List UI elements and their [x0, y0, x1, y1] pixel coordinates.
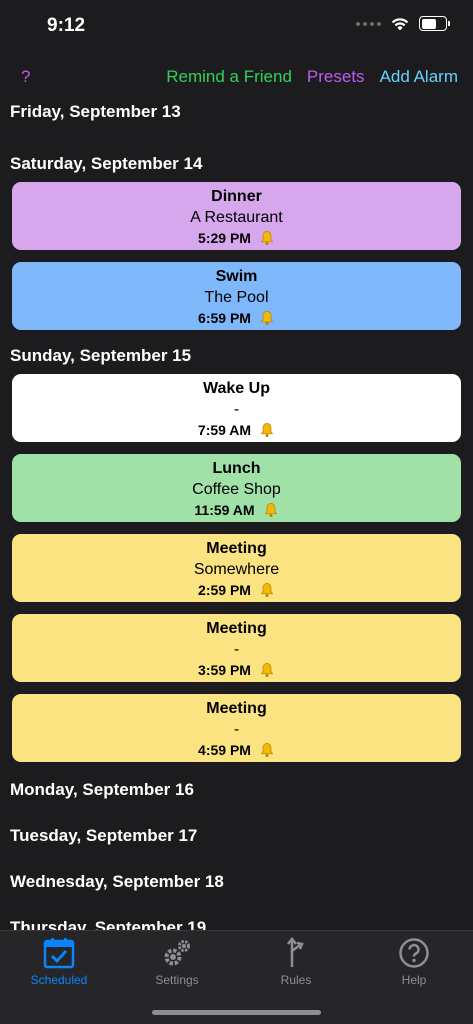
alarm-time: 4:59 PM: [198, 741, 251, 758]
day-header: Monday, September 16: [10, 780, 194, 799]
alarm-location: -: [233, 640, 240, 658]
tab-help[interactable]: Help: [364, 937, 464, 987]
alarm-location: A Restaurant: [190, 208, 283, 226]
alarm-time-row: 11:59 AM: [194, 501, 278, 519]
bell-icon: [260, 230, 274, 245]
status-time: 9:12: [47, 15, 86, 36]
alarm-card[interactable]: Dinner A Restaurant 5:29 PM: [12, 182, 461, 250]
status-bar: 9:12: [0, 0, 473, 52]
alarm-time: 5:29 PM: [198, 229, 251, 246]
alarm-time-row: 5:29 PM: [198, 229, 275, 247]
remind-friend-button[interactable]: Remind a Friend: [166, 67, 292, 87]
alarm-time-row: 6:59 PM: [198, 309, 275, 327]
alarm-location: -: [233, 720, 240, 738]
alarm-time: 3:59 PM: [198, 661, 251, 678]
alarm-location: Somewhere: [193, 560, 280, 578]
question-circle-icon: [399, 938, 429, 968]
day-header: Friday, September 13: [10, 102, 181, 121]
nav-bar: ? Remind a Friend Presets Add Alarm: [0, 60, 473, 92]
tab-bar: Scheduled Settings Rules Help: [0, 930, 473, 1024]
alarm-card[interactable]: Wake Up - 7:59 AM: [12, 374, 461, 442]
alarm-time-row: 3:59 PM: [198, 661, 275, 679]
alarm-time: 11:59 AM: [194, 501, 255, 518]
alarm-time-row: 7:59 AM: [198, 421, 275, 439]
alarm-time-row: 4:59 PM: [198, 741, 275, 759]
calendar-check-icon: [43, 938, 75, 969]
alarm-location: Coffee Shop: [192, 480, 281, 498]
tab-label: Settings: [155, 973, 199, 987]
alarm-time: 2:59 PM: [198, 581, 251, 598]
alarm-title: Swim: [215, 267, 258, 285]
add-alarm-button[interactable]: Add Alarm: [380, 67, 458, 87]
status-indicators: [356, 16, 450, 31]
home-indicator[interactable]: [152, 1010, 321, 1015]
day-header: Tuesday, September 17: [10, 826, 198, 845]
tab-scheduled[interactable]: Scheduled: [9, 937, 109, 987]
tab-settings[interactable]: Settings: [127, 937, 227, 987]
alarm-title: Meeting: [206, 539, 267, 557]
alarm-title: Meeting: [206, 699, 267, 717]
nav-actions: Remind a Friend Presets Add Alarm: [166, 67, 458, 87]
alarm-card[interactable]: Meeting Somewhere 2:59 PM: [12, 534, 461, 602]
bell-icon: [264, 502, 277, 517]
day-header: Saturday, September 14: [10, 154, 203, 173]
alarm-time-row: 2:59 PM: [198, 581, 275, 599]
bell-icon: [260, 310, 274, 325]
bell-icon: [260, 582, 274, 597]
wifi-icon: [391, 17, 409, 30]
alarm-card[interactable]: Meeting - 3:59 PM: [12, 614, 461, 682]
alarm-card[interactable]: Swim The Pool 6:59 PM: [12, 262, 461, 330]
bell-icon: [260, 662, 274, 677]
presets-button[interactable]: Presets: [307, 67, 365, 87]
alarm-location: -: [233, 400, 240, 418]
alarm-time: 6:59 PM: [198, 309, 251, 326]
signpost-icon: [287, 937, 304, 967]
alarm-time: 7:59 AM: [197, 421, 252, 438]
tab-label: Rules: [280, 973, 312, 987]
tab-label: Scheduled: [30, 973, 88, 987]
alarm-title: Dinner: [211, 187, 262, 205]
help-button[interactable]: ?: [21, 67, 30, 87]
alarm-title: Wake Up: [203, 379, 270, 397]
gears-icon: [164, 940, 190, 966]
alarm-location: The Pool: [204, 288, 269, 306]
day-header: Wednesday, September 18: [10, 872, 224, 891]
alarm-title: Lunch: [212, 459, 261, 477]
alarm-title: Meeting: [206, 619, 267, 637]
alarm-card[interactable]: Meeting - 4:59 PM: [12, 694, 461, 762]
bell-icon: [260, 742, 274, 757]
bell-icon: [260, 422, 274, 437]
signal-icon: [356, 21, 381, 26]
battery-icon: [419, 16, 450, 31]
day-header: Sunday, September 15: [10, 346, 192, 365]
tab-rules[interactable]: Rules: [246, 937, 346, 987]
schedule-list[interactable]: Friday, September 13 Saturday, September…: [0, 96, 473, 930]
alarm-card[interactable]: Lunch Coffee Shop 11:59 AM: [12, 454, 461, 522]
tab-label: Help: [401, 973, 427, 987]
day-header: Thursday, September 19: [10, 918, 207, 930]
